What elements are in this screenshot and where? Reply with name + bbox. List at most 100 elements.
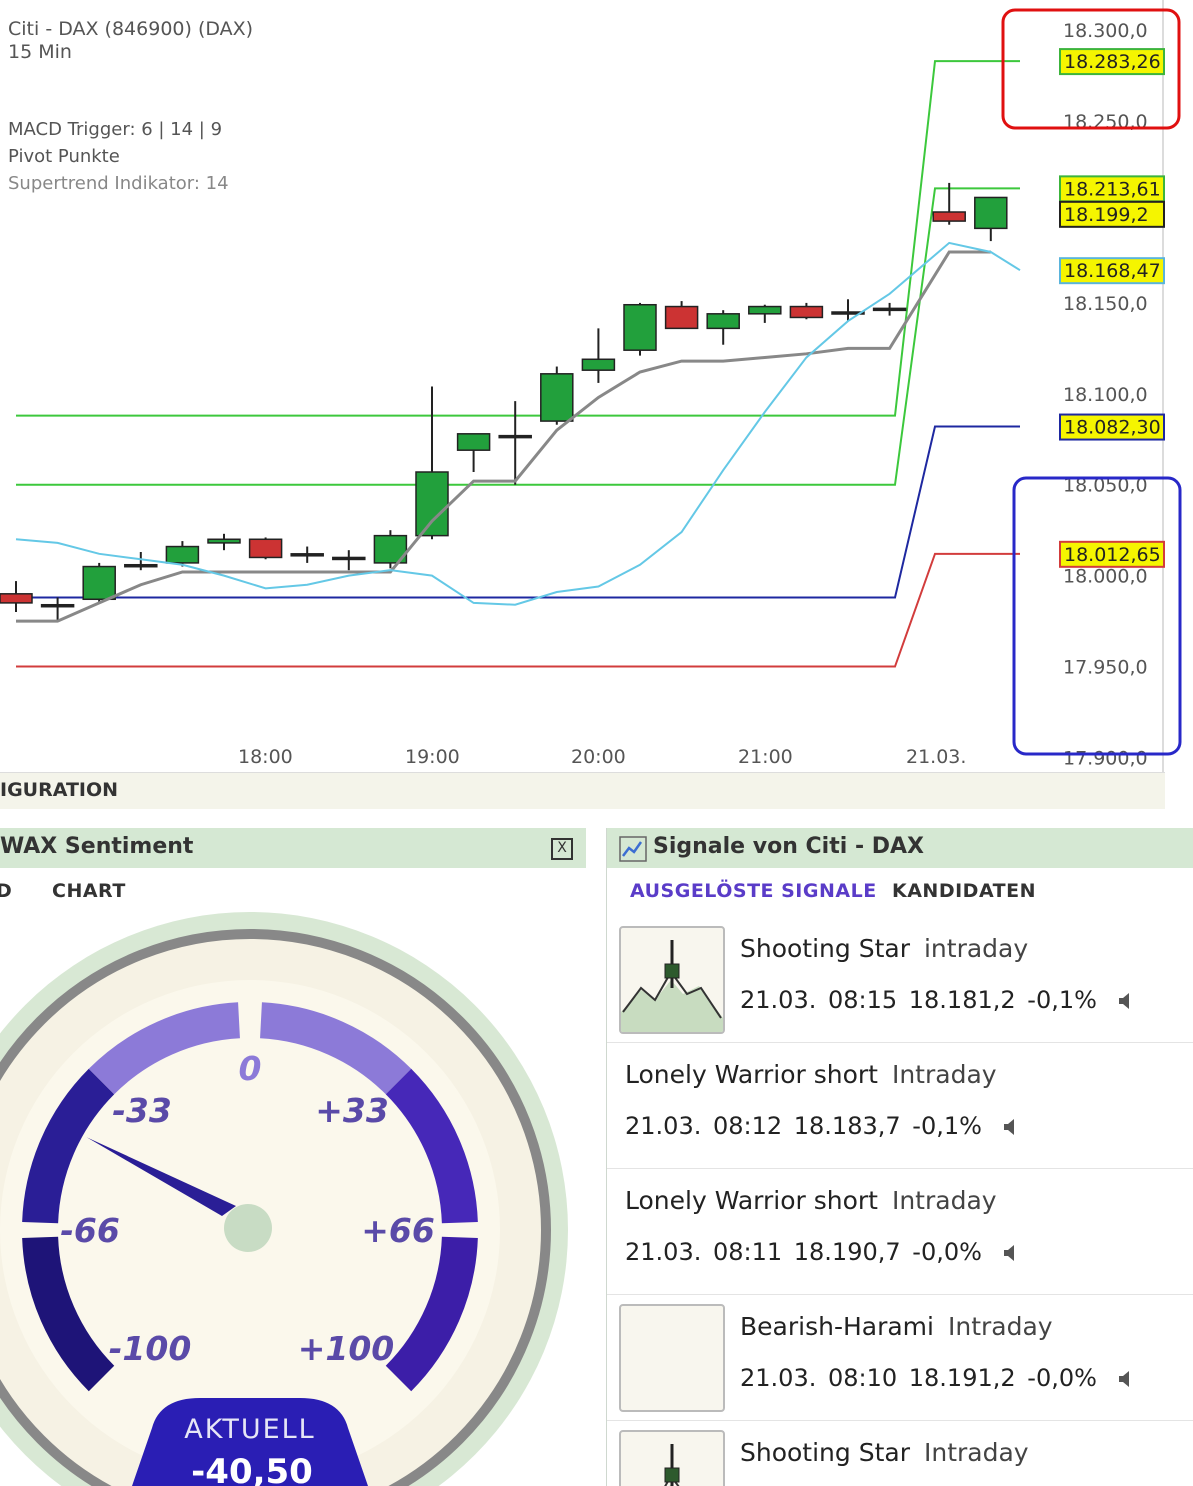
time-label: 20:00 xyxy=(571,746,626,768)
signal-price: 18.190,7 xyxy=(793,1238,913,1266)
signal-title: Lonely Warrior short xyxy=(625,1186,878,1215)
candle-body xyxy=(248,538,283,559)
price-label: 18.168,47 xyxy=(1064,260,1161,282)
indicator-macd: MACD Trigger: 6 | 14 | 9 xyxy=(8,119,223,140)
price-label: 18.213,61 xyxy=(1064,178,1161,200)
price-tick: 18.300,0 xyxy=(1063,20,1148,42)
candle-body xyxy=(124,563,158,568)
price-label: 18.012,65 xyxy=(1064,544,1161,566)
candle-body xyxy=(540,373,574,422)
signals-panel: Signale von Citi - DAX AUSGELÖSTE SIGNAL… xyxy=(606,828,1193,1486)
candle-body xyxy=(165,545,200,564)
signal-change: -0,1% xyxy=(912,1112,994,1140)
candle-body xyxy=(974,196,1008,230)
signal-type: Intraday xyxy=(923,1438,1029,1467)
signal-price: 18.191,2 xyxy=(908,1364,1028,1392)
configuration-label: IGURATION xyxy=(0,779,119,801)
candle-body xyxy=(0,593,33,604)
signal-time: 21.03. 08:11 xyxy=(625,1238,794,1266)
signal-name: Shooting Star intraday xyxy=(740,934,1028,963)
signals-title: Signale von Citi - DAX xyxy=(653,834,924,859)
signal-change: -0,0% xyxy=(912,1238,994,1266)
signal-price: 18.183,7 xyxy=(793,1112,913,1140)
candle-body xyxy=(932,211,966,222)
signal-thumbnail-icon xyxy=(619,1304,725,1412)
signal-title: Lonely Warrior short xyxy=(625,1060,878,1089)
signal-details: 21.03. 08:10 18.191,2 -0,0% xyxy=(740,1364,1131,1392)
signal-time: 21.03. 08:12 xyxy=(625,1112,794,1140)
signal-name: Lonely Warrior short Intraday xyxy=(625,1060,997,1089)
speaker-icon[interactable] xyxy=(1118,1366,1131,1387)
candle-body xyxy=(456,433,491,451)
time-label: 21:00 xyxy=(738,746,793,768)
gauge-label: -100 xyxy=(109,1329,192,1368)
price-tick: 17.950,0 xyxy=(1063,657,1148,679)
signal-change: -0,0% xyxy=(1027,1364,1109,1392)
pivot-line-1 xyxy=(16,60,1020,417)
indicator-supertrend: Supertrend Indikator: 14 xyxy=(8,173,229,194)
candle-body xyxy=(748,305,782,315)
signal-title: Shooting Star xyxy=(740,1438,910,1467)
signal-time: 21.03. 08:10 xyxy=(740,1364,909,1392)
candle-body xyxy=(82,565,116,601)
signal-item[interactable]: Bearish-Harami Intraday 21.03. 08:10 18.19… xyxy=(607,1294,1193,1421)
candle-body xyxy=(40,603,75,608)
signal-price: 18.181,2 xyxy=(908,986,1028,1014)
speaker-icon[interactable] xyxy=(1003,1240,1016,1261)
price-label: 18.199,2 xyxy=(1064,204,1149,226)
signal-item[interactable]: Shooting Star intraday 21.03. 08:15 18.181… xyxy=(607,916,1193,1043)
gauge-label: +66 xyxy=(361,1211,435,1250)
signal-item[interactable]: Shooting Star Intraday xyxy=(607,1420,1193,1486)
signal-item[interactable]: Lonely Warrior short Intraday 21.03. 08:12… xyxy=(607,1042,1193,1169)
price-label: 18.283,26 xyxy=(1064,51,1161,73)
price-tick: 18.100,0 xyxy=(1063,384,1148,406)
candle-body xyxy=(207,538,241,544)
price-tick: 18.150,0 xyxy=(1063,293,1148,315)
time-label: 19:00 xyxy=(405,746,460,768)
candle-body xyxy=(664,305,699,330)
current-value: -40,50 xyxy=(191,1452,313,1486)
sentiment-panel: WAX Sentiment X D CHART 0 -33 +33 -66 +66 -10… xyxy=(0,828,586,1486)
signal-name: Bearish-Harami Intraday xyxy=(740,1312,1053,1341)
chart-timeframe: 15 Min xyxy=(8,41,72,63)
signal-thumbnail-icon xyxy=(619,1430,725,1486)
time-label: 21.03. xyxy=(906,746,966,768)
signal-title: Bearish-Harami xyxy=(740,1312,934,1341)
speaker-icon[interactable] xyxy=(1118,988,1131,1009)
signal-change: -0,1% xyxy=(1027,986,1109,1014)
candle-body xyxy=(290,553,324,557)
price-tick: 18.000,0 xyxy=(1063,566,1148,588)
gauge-label: +33 xyxy=(315,1091,389,1130)
chart-title: Citi - DAX (846900) (DAX) xyxy=(8,18,254,40)
price-tick: 18.250,0 xyxy=(1063,111,1148,133)
signal-time: 21.03. 08:15 xyxy=(740,986,909,1014)
candle-body xyxy=(623,303,657,351)
candle-body xyxy=(872,307,907,312)
tab-candidates[interactable]: KANDIDATEN xyxy=(892,880,1036,902)
indicator-pivot: Pivot Punkte xyxy=(8,146,120,167)
tab-triggered-signals[interactable]: AUSGELÖSTE SIGNALE xyxy=(630,880,877,902)
sentiment-gauge: 0 -33 +33 -66 +66 -100 +100 AKTUELL -40,50 xyxy=(0,912,568,1486)
configuration-bar[interactable]: IGURATION xyxy=(0,772,1165,809)
signal-item[interactable]: Lonely Warrior short Intraday 21.03. 08:11… xyxy=(607,1168,1193,1295)
signal-chart-icon xyxy=(619,836,647,862)
speaker-icon[interactable] xyxy=(1003,1114,1016,1135)
signals-header: Signale von Citi - DAX xyxy=(607,828,1193,868)
gauge-label: -33 xyxy=(112,1091,172,1130)
gauge-label: -66 xyxy=(60,1211,120,1250)
price-chart[interactable]: 18.300,0 18.250,0 18.150,0 18.100,0 18.050,0… xyxy=(0,0,1193,808)
gauge-hub xyxy=(224,1204,272,1252)
candle-body xyxy=(498,434,532,439)
price-label: 18.082,30 xyxy=(1064,417,1161,439)
signal-details: 21.03. 08:15 18.181,2 -0,1% xyxy=(740,986,1131,1014)
signal-details: 21.03. 08:11 18.190,7 -0,0% xyxy=(625,1238,1016,1266)
gauge-label: 0 xyxy=(239,1049,262,1088)
signal-thumbnail-icon xyxy=(619,926,725,1034)
highlight-box-blue xyxy=(1012,476,1182,756)
signal-name: Shooting Star Intraday xyxy=(740,1438,1029,1467)
pivot-line-2 xyxy=(16,425,1020,599)
signal-name: Lonely Warrior short Intraday xyxy=(625,1186,997,1215)
signal-type: Intraday xyxy=(891,1186,997,1215)
candle-body xyxy=(789,305,824,319)
current-label: AKTUELL xyxy=(184,1414,315,1445)
